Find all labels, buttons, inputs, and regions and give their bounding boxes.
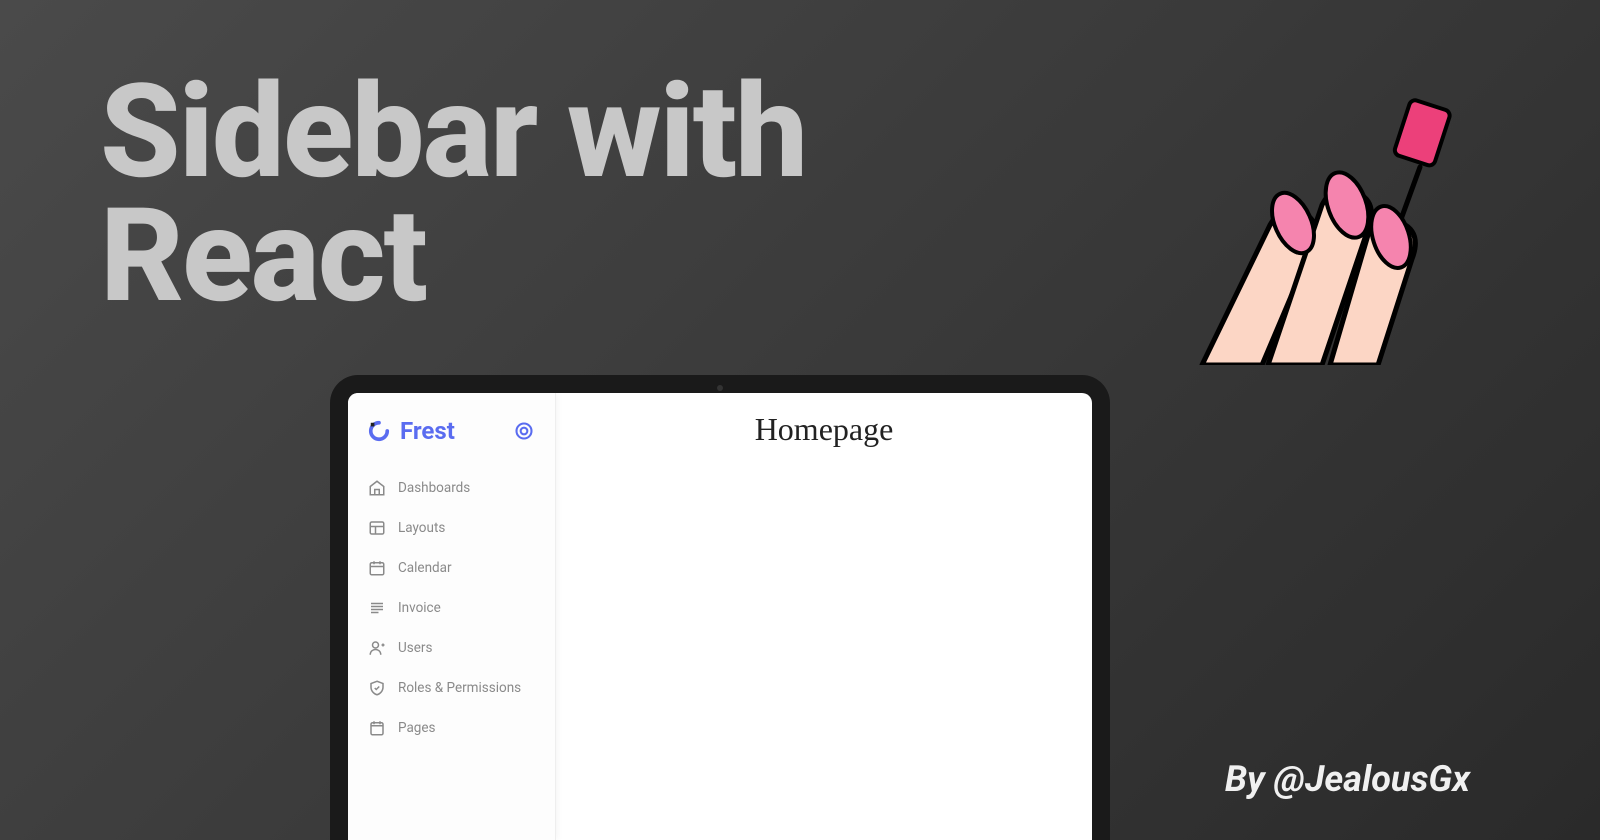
sidebar: Frest Dashboards <box>348 393 556 840</box>
page-title: Homepage <box>576 411 1072 448</box>
sidebar-item-label: Pages <box>398 720 436 736</box>
sidebar-item-label: Users <box>398 640 432 656</box>
sidebar-item-calendar[interactable]: Calendar <box>356 549 547 587</box>
headline-line-1: Sidebar with <box>100 70 806 194</box>
shield-icon <box>368 679 386 697</box>
calendar-icon <box>368 559 386 577</box>
list-icon <box>368 599 386 617</box>
page-icon <box>368 719 386 737</box>
sidebar-item-roles-permissions[interactable]: Roles & Permissions <box>356 669 547 707</box>
nail-polish-illustration <box>1190 95 1470 365</box>
sidebar-item-dashboards[interactable]: Dashboards <box>356 469 547 507</box>
app-screen: Frest Dashboards <box>348 393 1092 840</box>
sidebar-item-label: Invoice <box>398 600 441 616</box>
sidebar-nav: Dashboards Layouts <box>348 469 555 747</box>
sidebar-item-invoice[interactable]: Invoice <box>356 589 547 627</box>
sidebar-collapse-button[interactable] <box>513 420 535 442</box>
sidebar-item-label: Roles & Permissions <box>398 680 521 696</box>
sidebar-item-pages[interactable]: Pages <box>356 709 547 747</box>
headline-line-2: React <box>100 194 806 318</box>
credit-text: By @JealousGx <box>1225 758 1470 800</box>
brand-name: Frest <box>400 417 455 445</box>
sidebar-item-users[interactable]: Users <box>356 629 547 667</box>
main-content: Homepage <box>556 393 1092 840</box>
home-icon <box>368 479 386 497</box>
sidebar-item-layouts[interactable]: Layouts <box>356 509 547 547</box>
layout-icon <box>368 519 386 537</box>
sidebar-header: Frest <box>348 409 555 469</box>
sidebar-item-label: Layouts <box>398 520 445 536</box>
headline: Sidebar with React <box>100 70 806 317</box>
sidebar-item-label: Calendar <box>398 560 452 576</box>
user-icon <box>368 639 386 657</box>
brand-logo-icon <box>368 420 390 442</box>
laptop-frame: Frest Dashboards <box>330 375 1110 840</box>
sidebar-item-label: Dashboards <box>398 480 470 496</box>
